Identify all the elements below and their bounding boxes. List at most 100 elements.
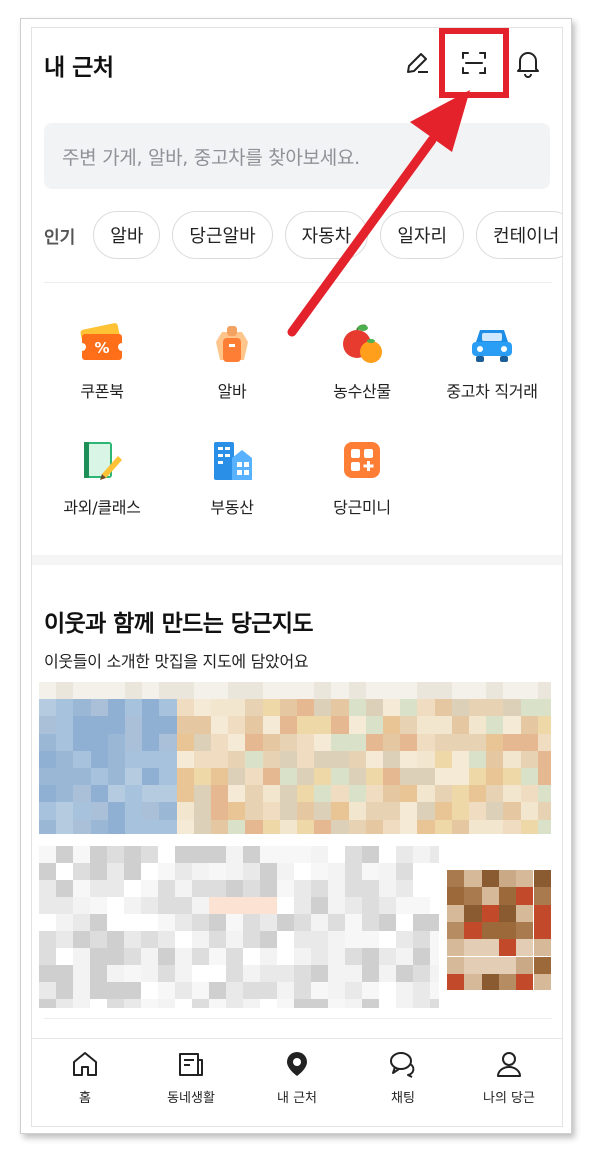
blur-pixel: [90, 768, 108, 786]
chip-jobs[interactable]: 일자리: [380, 211, 465, 259]
blur-pixel: [365, 682, 383, 700]
category-tutoring[interactable]: 과외/클래스: [42, 436, 162, 518]
blur-pixel: [417, 785, 435, 803]
blur-pixel: [90, 716, 108, 734]
blur-pixel: [331, 785, 349, 803]
popular-label: 인기: [44, 227, 76, 248]
map-preview[interactable]: [39, 682, 551, 834]
blur-pixel: [451, 716, 469, 734]
section-separator: [32, 555, 562, 565]
blur-pixel: [56, 863, 73, 880]
blur-pixel: [39, 999, 56, 1008]
tab-my-danggeun[interactable]: 나의 당근: [456, 1049, 562, 1106]
blur-pixel: [417, 733, 435, 751]
blur-pixel: [209, 948, 226, 965]
category-danggeun-mini[interactable]: 당근미니: [302, 436, 422, 518]
blur-pixel: [451, 733, 469, 751]
tab-nearby[interactable]: 내 근처: [244, 1049, 350, 1106]
blur-pixel: [469, 768, 487, 786]
blur-pixel: [383, 682, 401, 700]
blur-pixel: [228, 716, 246, 734]
blur-pixel: [158, 931, 175, 948]
blur-pixel: [277, 931, 294, 948]
blur-pixel: [73, 914, 90, 931]
blur-pixel: [226, 948, 243, 965]
blur-pixel: [73, 880, 90, 897]
blur-pixel: [107, 699, 125, 717]
blur-pixel: [209, 982, 226, 999]
blur-pixel: [503, 750, 521, 768]
blur-pixel: [73, 768, 91, 786]
notebook-icon: [84, 442, 122, 480]
blur-pixel: [451, 802, 469, 820]
category-real-estate[interactable]: 부동산: [172, 436, 292, 518]
tab-label: 홈: [79, 1091, 91, 1106]
bell-icon[interactable]: [511, 46, 545, 80]
blur-pixel: [469, 819, 487, 834]
blur-pixel: [400, 819, 418, 834]
blur-pixel: [192, 982, 209, 999]
blur-pixel: [277, 846, 294, 863]
blur-pixel: [159, 802, 177, 820]
app-screen: 내 근처 주변 가게, 알바, 중고차를 찾아보세요. 인기 알바 당근알바 자…: [31, 27, 563, 1127]
blur-pixel: [481, 921, 499, 940]
blur-pixel: [245, 768, 263, 786]
blur-pixel: [533, 887, 551, 905]
chip-alba[interactable]: 알바: [93, 211, 161, 259]
divider: [44, 1018, 552, 1019]
chip-danggeun-alba[interactable]: 당근알바: [172, 211, 273, 259]
tab-chat[interactable]: 채팅: [350, 1049, 456, 1106]
blur-pixel: [260, 965, 277, 982]
blur-pixel: [498, 921, 517, 940]
blur-pixel: [226, 999, 243, 1008]
search-input[interactable]: 주변 가게, 알바, 중고차를 찾아보세요.: [44, 123, 550, 189]
blur-pixel: [498, 887, 517, 905]
tab-community[interactable]: 동네생활: [138, 1049, 244, 1106]
tab-label: 내 근처: [276, 1091, 317, 1106]
blur-pixel: [520, 768, 538, 786]
blur-pixel: [90, 931, 107, 948]
blur-pixel: [413, 880, 430, 897]
category-label: 당근미니: [333, 498, 391, 517]
chip-car[interactable]: 자동차: [284, 211, 369, 259]
blur-pixel: [211, 802, 229, 820]
edit-icon[interactable]: [400, 46, 434, 80]
category-alba[interactable]: 알바: [172, 320, 292, 402]
blur-pixel: [413, 897, 430, 914]
blur-pixel: [297, 682, 315, 700]
blur-pixel: [277, 965, 294, 982]
blur-pixel: [297, 785, 315, 803]
category-produce[interactable]: 농수산물: [302, 320, 422, 402]
tab-home[interactable]: 홈: [32, 1049, 138, 1106]
category-used-car[interactable]: 중고차 직거래: [432, 320, 552, 402]
blur-pixel: [311, 965, 328, 982]
blur-pixel: [520, 716, 538, 734]
blur-pixel: [379, 999, 396, 1008]
blur-pixel: [481, 870, 499, 888]
blur-pixel: [211, 819, 229, 834]
blur-pixel: [537, 768, 551, 786]
blur-pixel: [73, 999, 90, 1008]
blur-pixel: [39, 750, 57, 768]
blur-pixel: [516, 973, 534, 990]
blur-pixel: [39, 682, 57, 700]
blur-pixel: [520, 802, 538, 820]
blur-pixel: [39, 733, 57, 751]
blur-pixel: [211, 716, 229, 734]
blur-pixel: [228, 819, 246, 834]
blur-pixel: [400, 802, 418, 820]
chip-container[interactable]: 컨테이너: [476, 211, 562, 259]
blur-pixel: [260, 982, 277, 999]
category-coupon[interactable]: % 쿠폰북: [42, 320, 162, 402]
blur-pixel: [362, 999, 379, 1008]
blur-pixel: [328, 914, 345, 931]
blur-pixel: [158, 982, 175, 999]
blur-pixel: [430, 982, 439, 999]
bottom-tab-bar: 홈 동네생활 내 근처 채팅 나의 당근: [32, 1038, 562, 1126]
building-icon: [214, 442, 252, 480]
svg-text:%: %: [94, 339, 109, 357]
tab-label: 동네생활: [167, 1091, 215, 1106]
place-list-item[interactable]: [39, 846, 439, 1008]
blur-pixel: [383, 733, 401, 751]
blur-pixel: [141, 948, 158, 965]
